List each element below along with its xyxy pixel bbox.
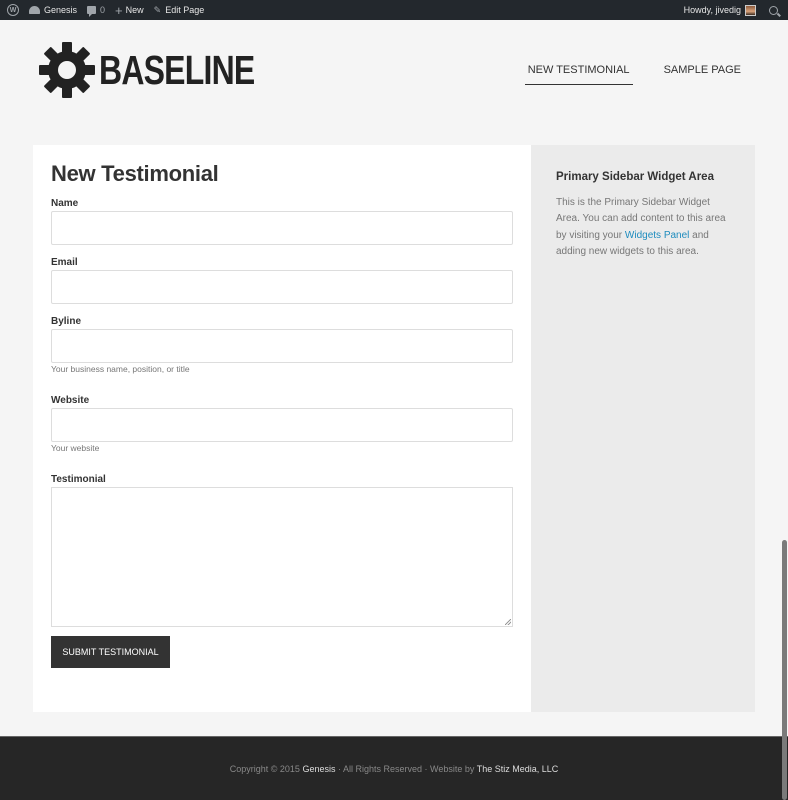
site-header: BASELINE NEW TESTIMONIAL SAMPLE PAGE xyxy=(0,20,788,130)
gear-icon xyxy=(39,42,95,98)
new-content-button[interactable]: + New xyxy=(110,0,149,20)
widget-text: This is the Primary Sidebar Widget Area.… xyxy=(556,195,736,260)
main-content: New Testimonial Name Email Byline Your b… xyxy=(33,145,531,712)
plus-icon: + xyxy=(115,2,123,18)
site-name: Genesis xyxy=(44,5,78,15)
edit-page-label: Edit Page xyxy=(165,5,205,15)
widget-title: Primary Sidebar Widget Area xyxy=(556,171,714,183)
name-label: Name xyxy=(51,198,79,209)
pencil-icon: ✎ xyxy=(153,4,162,15)
comments-count: 0 xyxy=(100,5,106,15)
comment-icon xyxy=(87,6,97,17)
nav-item-new-testimonial[interactable]: NEW TESTIMONIAL xyxy=(524,64,633,85)
page-title: New Testimonial xyxy=(51,161,219,186)
admin-bar: W Genesis 0 + New ✎ Edit Page Howdy, jiv… xyxy=(0,0,788,20)
email-label: Email xyxy=(51,257,78,268)
byline-field[interactable] xyxy=(51,329,513,363)
site-name-link[interactable]: Genesis xyxy=(24,0,82,20)
primary-sidebar: Primary Sidebar Widget Area This is the … xyxy=(531,145,755,712)
footer-credits: Copyright © 2015 Genesis · All Rights Re… xyxy=(0,764,788,774)
user-greeting: Howdy, jivedig xyxy=(683,5,741,15)
site-footer: Copyright © 2015 Genesis · All Rights Re… xyxy=(0,736,788,800)
byline-label: Byline xyxy=(51,316,82,327)
name-field[interactable] xyxy=(51,211,513,245)
copyright-text: Copyright © 2015 xyxy=(229,764,303,774)
site-title: BASELINE xyxy=(99,46,255,93)
submit-testimonial-button[interactable]: SUBMIT TESTIMONIAL xyxy=(51,636,170,668)
site-logo[interactable]: BASELINE xyxy=(37,42,298,98)
nav-item-sample-page[interactable]: SAMPLE PAGE xyxy=(661,64,744,85)
user-account-menu[interactable]: Howdy, jivedig xyxy=(679,0,761,20)
website-label: Website xyxy=(51,395,90,406)
widgets-panel-link[interactable]: Widgets Panel xyxy=(625,230,689,241)
edit-page-link[interactable]: ✎ Edit Page xyxy=(149,0,210,20)
primary-nav: NEW TESTIMONIAL SAMPLE PAGE xyxy=(497,64,744,85)
genesis-link[interactable]: Genesis xyxy=(302,764,335,774)
page-scrollbar[interactable] xyxy=(782,540,787,800)
avatar xyxy=(745,4,756,16)
email-field[interactable] xyxy=(51,270,513,304)
resize-handle-icon[interactable] xyxy=(505,619,511,625)
website-field[interactable] xyxy=(51,408,513,442)
author-link[interactable]: The Stiz Media, LLC xyxy=(477,764,559,774)
search-icon[interactable] xyxy=(769,5,778,15)
testimonial-label: Testimonial xyxy=(51,474,106,485)
comments-link[interactable]: 0 xyxy=(82,0,110,20)
wordpress-icon: W xyxy=(7,4,19,16)
rights-text: · All Rights Reserved · Website by xyxy=(335,764,477,774)
testimonial-textarea[interactable] xyxy=(51,487,513,627)
wordpress-menu[interactable]: W xyxy=(0,0,24,20)
byline-help: Your business name, position, or title xyxy=(51,364,190,374)
new-label: New xyxy=(125,5,144,15)
dashboard-icon xyxy=(29,6,40,14)
website-help: Your website xyxy=(51,443,100,453)
